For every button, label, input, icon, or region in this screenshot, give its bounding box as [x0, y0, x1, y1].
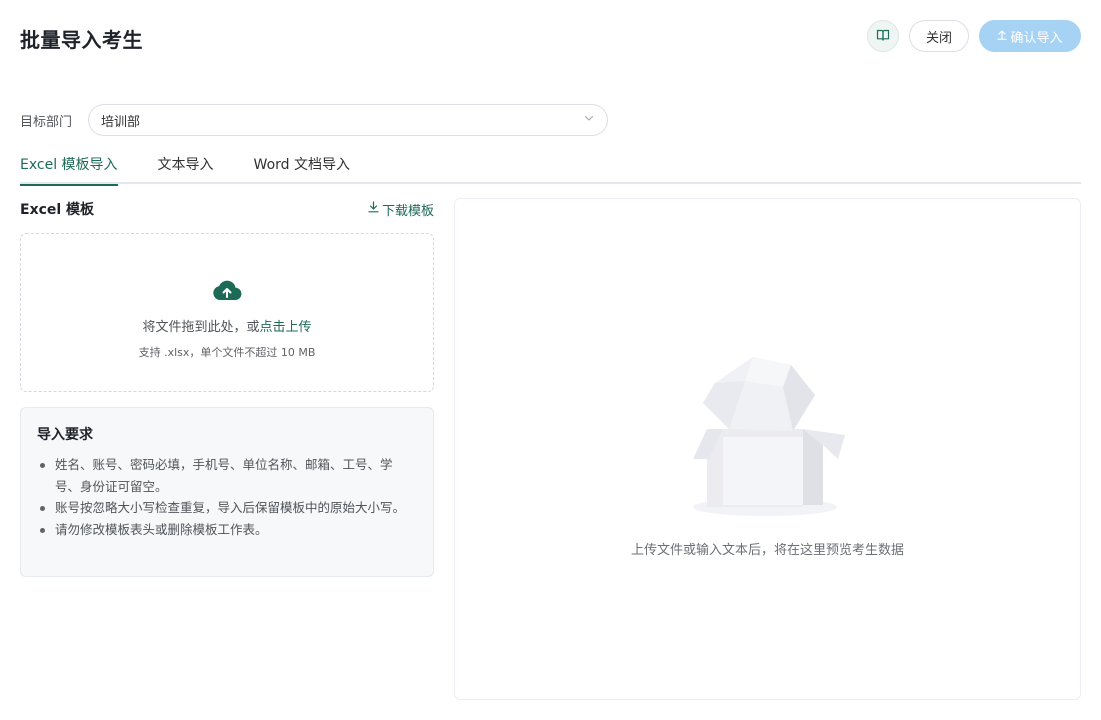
close-button[interactable]: 关闭 [909, 20, 969, 52]
page-title: 批量导入考生 [20, 28, 143, 52]
dropzone-hint: 支持 .xlsx，单个文件不超过 10 MB [138, 346, 316, 359]
upload-arrow-icon [997, 29, 1008, 44]
excel-section-header: Excel 模板 下载模板 [20, 200, 434, 219]
department-label: 目标部门 [20, 114, 73, 130]
requirement-item: 姓名、账号、密码必填，手机号、单位名称、邮箱、工号、学号、身份证可留空。 [37, 454, 417, 497]
tab-word-import[interactable]: Word 文档导入 [254, 148, 350, 184]
confirm-import-label: 确认导入 [1010, 30, 1063, 46]
click-upload-link[interactable]: 点击上传 [260, 320, 312, 335]
excel-import-panel: Excel 模板 下载模板 将文件拖到此处，或点击上传 支持 .xlsx，单个文… [20, 200, 434, 577]
import-tabs: Excel 模板导入 文本导入 Word 文档导入 [20, 148, 1081, 186]
requirement-item: 请勿修改模板表头或删除模板工作表。 [37, 519, 417, 541]
guide-button[interactable] [867, 20, 899, 52]
download-template-link[interactable]: 下载模板 [368, 200, 434, 219]
close-button-label: 关闭 [925, 30, 952, 46]
upload-dropzone[interactable]: 将文件拖到此处，或点击上传 支持 .xlsx，单个文件不超过 10 MB [20, 233, 434, 392]
preview-panel: 上传文件或输入文本后，将在这里预览考生数据 [454, 198, 1081, 700]
requirement-item: 账号按忽略大小写检查重复，导入后保留模板中的原始大小写。 [37, 497, 417, 519]
department-row: 目标部门 培训部 [20, 104, 608, 136]
dropzone-instruction: 将文件拖到此处，或 [142, 320, 260, 335]
cloud-upload-icon [212, 278, 242, 306]
book-open-icon [876, 27, 890, 46]
empty-preview-text: 上传文件或输入文本后，将在这里预览考生数据 [630, 543, 904, 558]
department-select[interactable]: 培训部 [88, 104, 608, 136]
requirements-title: 导入要求 [37, 427, 93, 443]
tab-text-import[interactable]: 文本导入 [158, 148, 214, 184]
header-actions: 关闭 确认导入 [867, 20, 1081, 52]
empty-box-icon [673, 347, 863, 527]
download-template-label: 下载模板 [381, 203, 434, 219]
confirm-import-button[interactable]: 确认导入 [979, 20, 1081, 52]
import-requirements: 导入要求 姓名、账号、密码必填，手机号、单位名称、邮箱、工号、学号、身份证可留空… [20, 407, 434, 577]
department-value: 培训部 [101, 114, 141, 130]
download-icon [368, 201, 379, 217]
dropzone-text: 将文件拖到此处，或点击上传 [142, 316, 311, 335]
requirements-list: 姓名、账号、密码必填，手机号、单位名称、邮箱、工号、学号、身份证可留空。 账号按… [37, 454, 417, 540]
excel-section-title: Excel 模板 [20, 202, 95, 218]
chevron-down-icon [583, 112, 595, 128]
tab-excel-import[interactable]: Excel 模板导入 [20, 148, 118, 186]
